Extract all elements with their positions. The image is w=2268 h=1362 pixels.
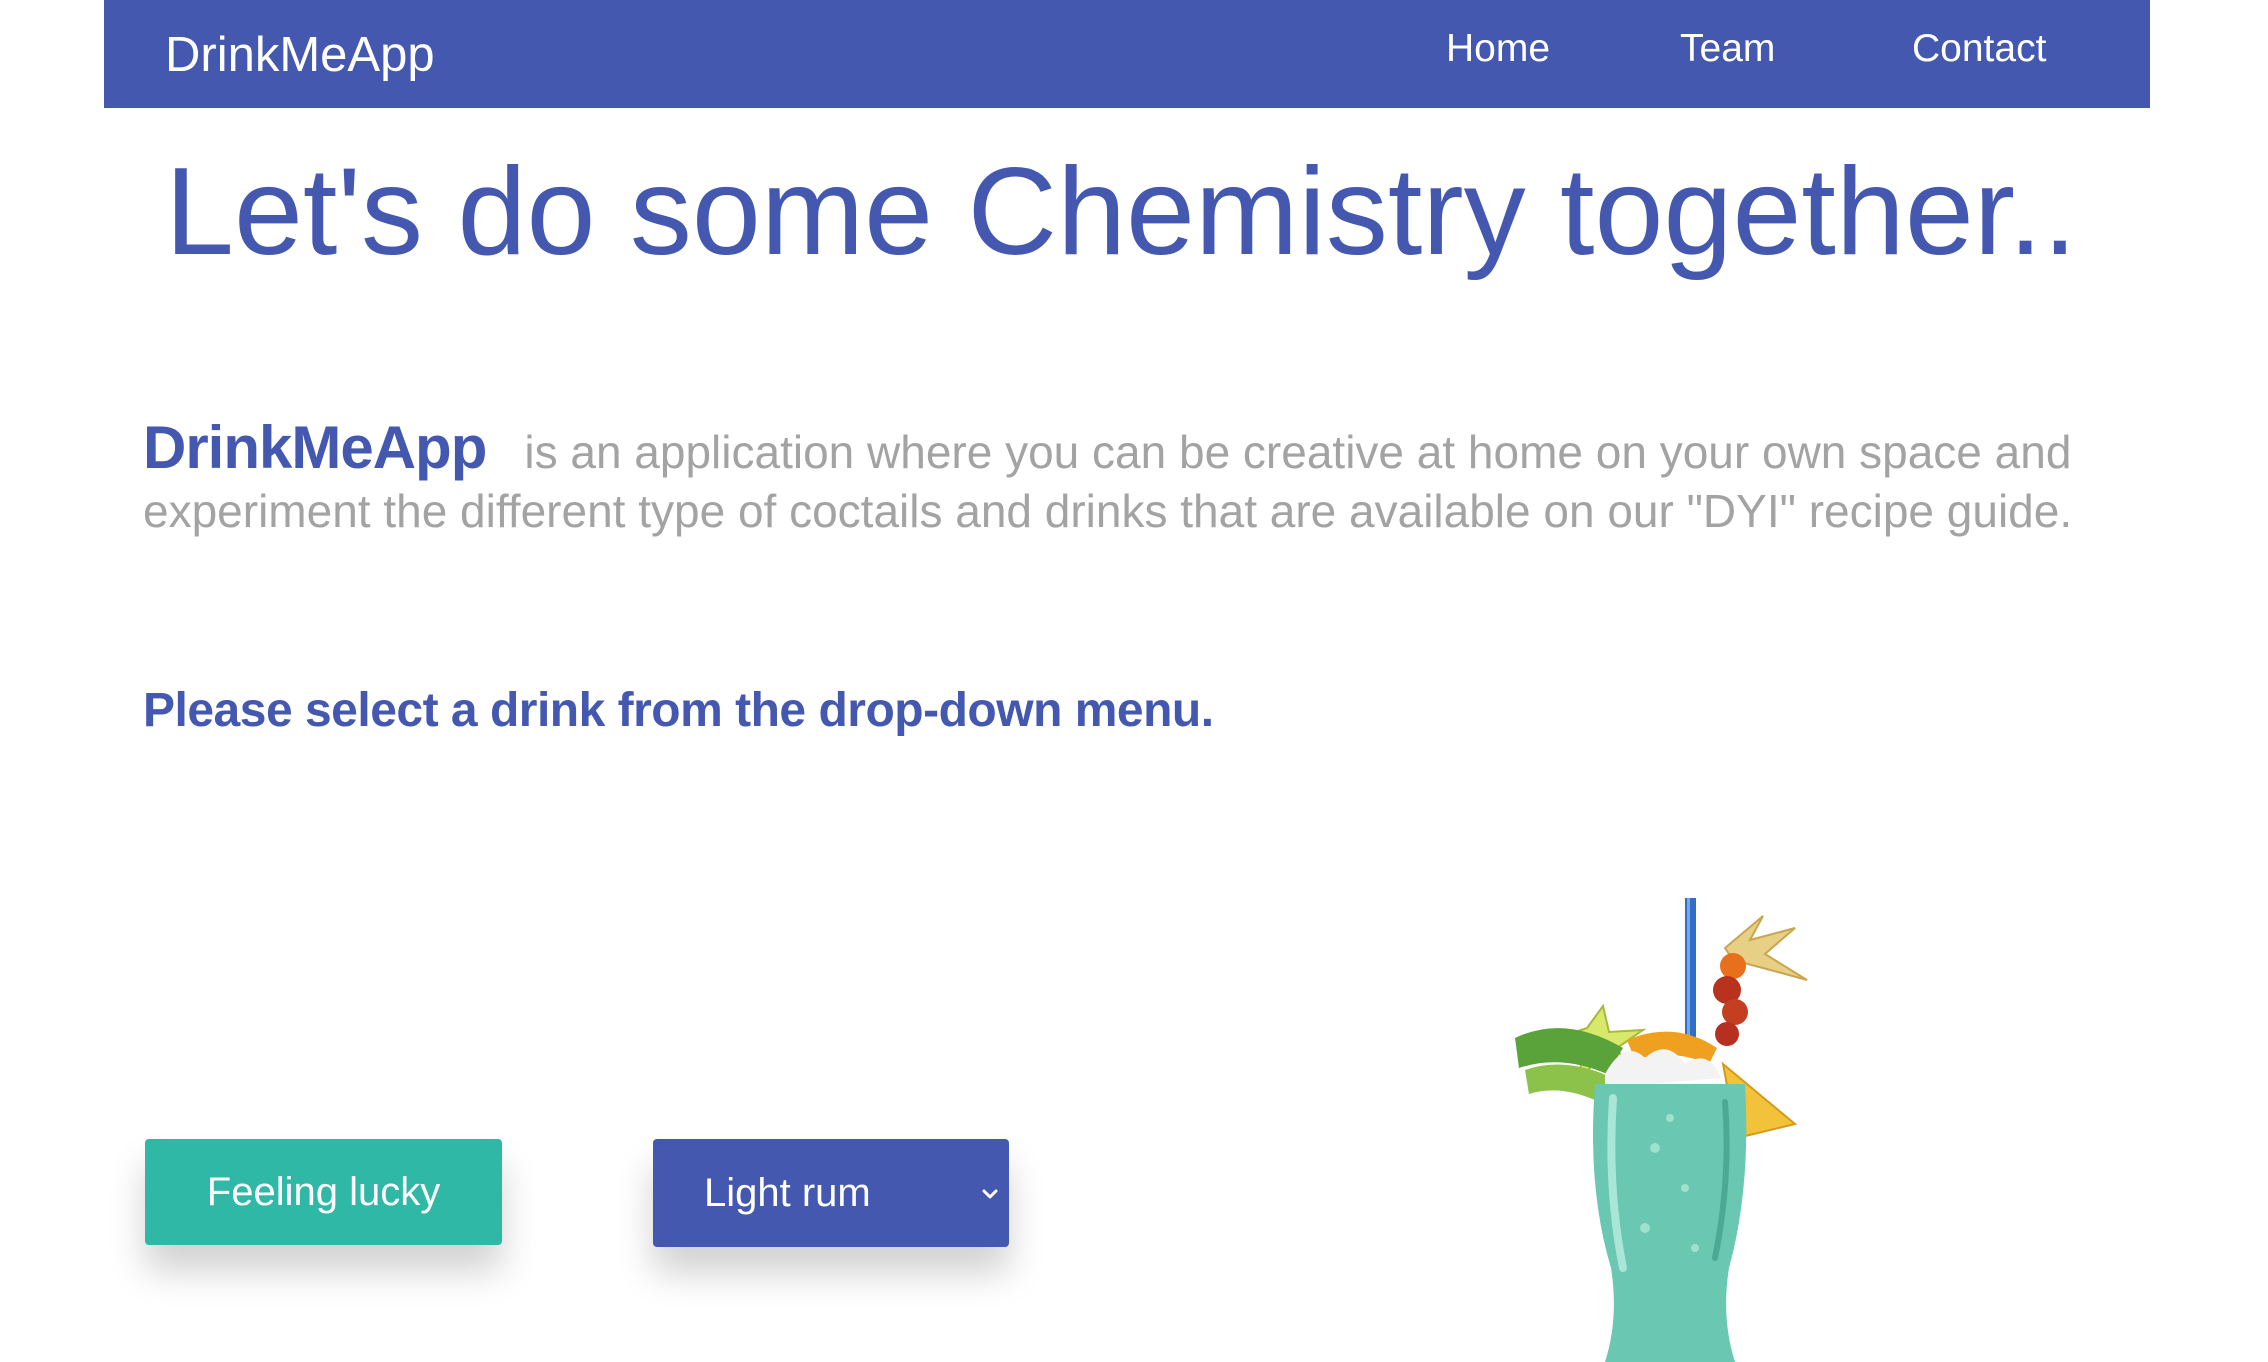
intro-brand-name: DrinkMeApp (143, 414, 487, 481)
hero-title: Let's do some Chemistry together.. (165, 143, 2078, 281)
cocktail-image (1515, 898, 1808, 1362)
intro-paragraph: DrinkMeApp is an application where you ca… (143, 418, 2093, 541)
navbar: DrinkMeApp Home Team Contact (104, 0, 2150, 108)
drink-select-value: Light rum (704, 1171, 871, 1215)
nav-link-team[interactable]: Team (1680, 0, 1775, 98)
brand-link[interactable]: DrinkMeApp (165, 0, 435, 108)
feeling-lucky-button[interactable]: Feeling lucky (145, 1139, 502, 1245)
select-drink-prompt: Please select a drink from the drop-down… (143, 684, 1214, 737)
nav-link-contact[interactable]: Contact (1912, 0, 2046, 98)
chevron-down-icon (982, 1189, 998, 1199)
drink-select-dropdown[interactable]: Light rum (653, 1139, 1009, 1247)
nav-link-home[interactable]: Home (1446, 0, 1550, 98)
